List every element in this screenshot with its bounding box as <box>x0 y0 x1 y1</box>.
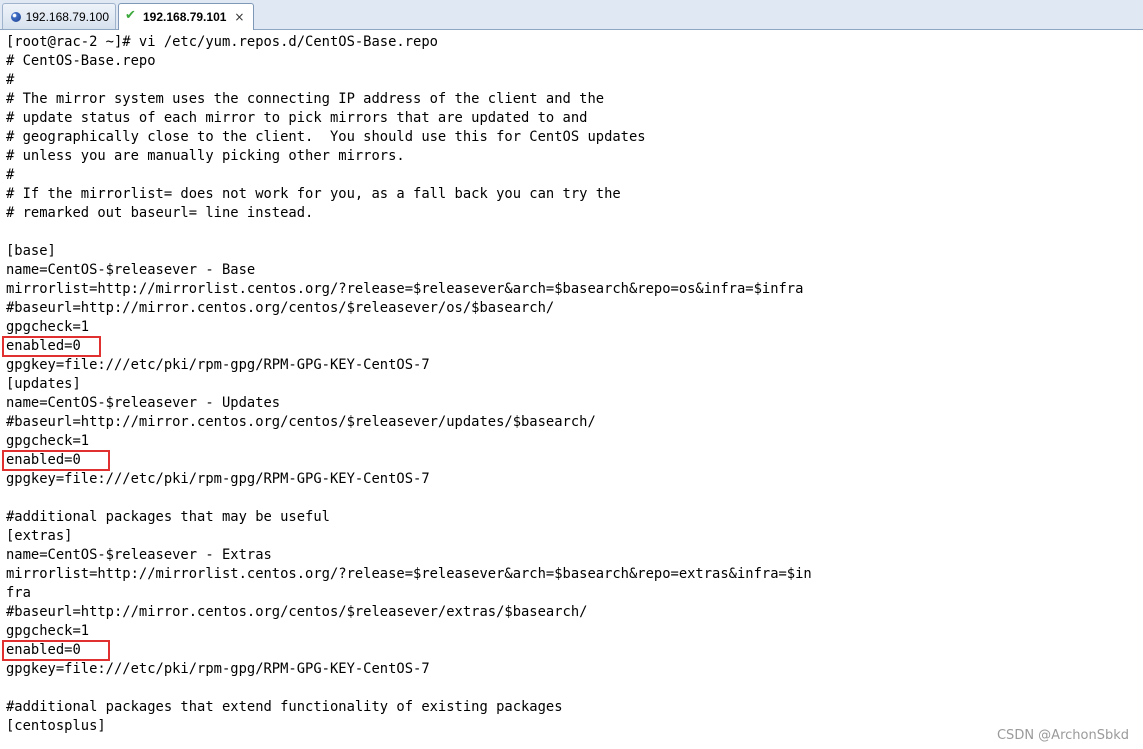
session-tab-192-168-79-101[interactable]: 192.168.79.101 × <box>118 3 254 30</box>
terminal-line: #additional packages that may be useful <box>6 509 330 525</box>
terminal-line: gpgkey=file:///etc/pki/rpm-gpg/RPM-GPG-K… <box>6 661 430 677</box>
terminal-line: [root@rac-2 ~]# vi /etc/yum.repos.d/Cent… <box>6 34 438 50</box>
terminal-line: # <box>6 72 15 88</box>
checkmark-icon <box>125 8 139 24</box>
terminal-line: gpgcheck=1 <box>6 623 90 639</box>
terminal-line: enabled=0 <box>6 642 81 658</box>
terminal-line: #baseurl=http://mirror.centos.org/centos… <box>6 604 588 620</box>
terminal-line: gpgcheck=1 <box>6 433 90 449</box>
tab-label: 192.168.79.101 <box>143 10 227 24</box>
status-dot-icon <box>9 10 22 24</box>
terminal-line: [extras] <box>6 528 73 544</box>
terminal-output[interactable]: [root@rac-2 ~]# vi /etc/yum.repos.d/Cent… <box>0 30 1143 749</box>
terminal-line: # unless you are manually picking other … <box>6 148 405 164</box>
terminal-line: # CentOS-Base.repo <box>6 53 156 69</box>
terminal-line: [updates] <box>6 376 81 392</box>
session-tab-bar: 192.168.79.100 192.168.79.101 × <box>0 0 1143 30</box>
terminal-line: # update status of each mirror to pick m… <box>6 110 588 126</box>
terminal-line: # remarked out baseurl= line instead. <box>6 205 314 221</box>
tab-label: 192.168.79.100 <box>25 9 109 24</box>
terminal-line: [centosplus] <box>6 718 106 734</box>
terminal-line: name=CentOS-$releasever - Extras <box>6 547 272 563</box>
terminal-line: name=CentOS-$releasever - Base <box>6 262 256 278</box>
terminal-line: mirrorlist=http://mirrorlist.centos.org/… <box>6 281 804 297</box>
terminal-line: # The mirror system uses the connecting … <box>6 91 605 107</box>
terminal-line: enabled=0 <box>6 338 81 354</box>
terminal-line: mirrorlist=http://mirrorlist.centos.org/… <box>6 566 812 582</box>
terminal-line: # If the mirrorlist= does not work for y… <box>6 186 621 202</box>
terminal-line: gpgcheck=1 <box>6 319 90 335</box>
terminal-line: fra <box>6 585 31 601</box>
terminal-line: #baseurl=http://mirror.centos.org/centos… <box>6 414 596 430</box>
close-tab-icon[interactable]: × <box>234 10 244 24</box>
terminal-line: # geographically close to the client. Yo… <box>6 129 646 145</box>
terminal-line: # <box>6 167 15 183</box>
terminal-line: gpgkey=file:///etc/pki/rpm-gpg/RPM-GPG-K… <box>6 471 430 487</box>
terminal-line: gpgkey=file:///etc/pki/rpm-gpg/RPM-GPG-K… <box>6 357 430 373</box>
watermark: CSDN @ArchonSbkd <box>996 728 1129 743</box>
session-tab-192-168-79-100[interactable]: 192.168.79.100 <box>2 3 116 29</box>
terminal-line: name=CentOS-$releasever - Updates <box>6 395 281 411</box>
terminal-line: [base] <box>6 243 56 259</box>
terminal-line: #baseurl=http://mirror.centos.org/centos… <box>6 300 555 316</box>
terminal-line: enabled=0 <box>6 452 81 468</box>
terminal-line: #additional packages that extend functio… <box>6 699 563 715</box>
